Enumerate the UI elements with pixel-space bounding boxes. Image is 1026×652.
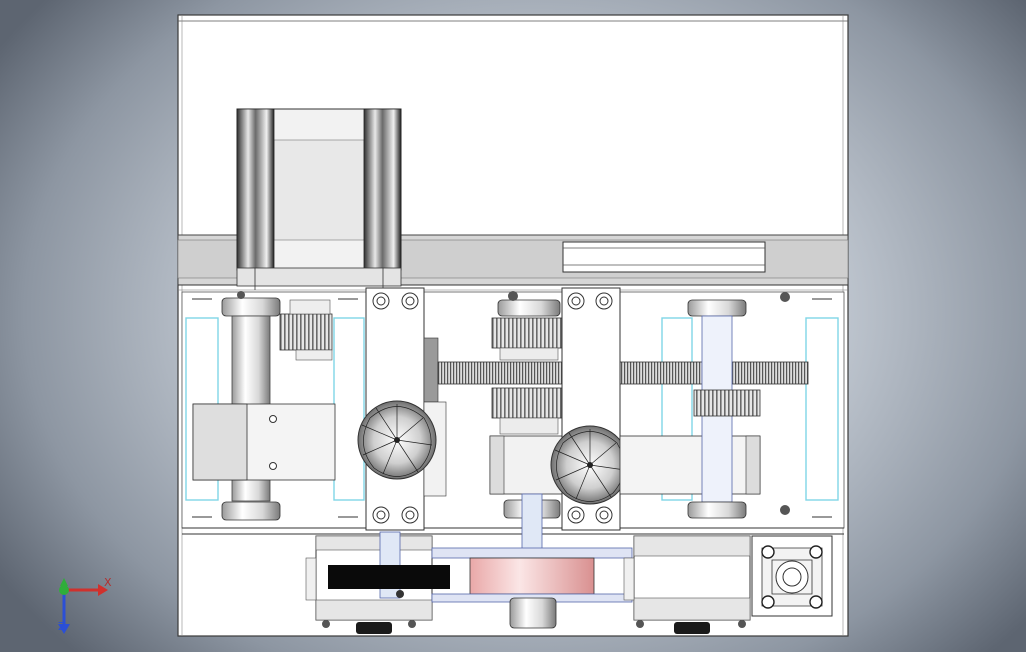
left-adjustment-knob[interactable] — [357, 400, 437, 480]
stepper-motor[interactable] — [236, 108, 402, 290]
pink-motor-cylinder[interactable] — [469, 557, 595, 595]
right-housing-block[interactable] — [619, 435, 761, 495]
cad-model-front-view[interactable] — [0, 0, 1026, 652]
slot-plate[interactable] — [562, 241, 766, 273]
x-axis-label: X — [104, 576, 112, 589]
pneumatic-cylinder-end-cap[interactable] — [751, 535, 833, 617]
cad-graphics-viewport[interactable]: X Z — [0, 0, 1026, 652]
gear-rack-upper[interactable] — [437, 361, 809, 385]
z-axis-label: Z — [58, 620, 66, 633]
black-label-plate — [328, 565, 450, 589]
right-adjustment-knob[interactable] — [550, 425, 630, 505]
